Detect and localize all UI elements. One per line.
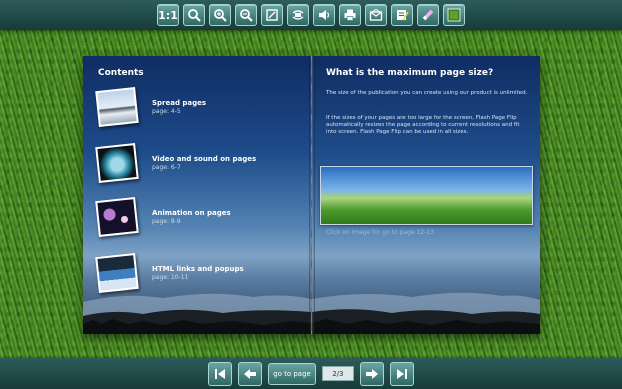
- book-spine: [309, 56, 315, 334]
- last-page-button[interactable]: [389, 361, 414, 386]
- right-page-title: What is the maximum page size?: [326, 68, 494, 78]
- entry-page: page: 4-5: [152, 108, 181, 115]
- left-page: Contents Spread pages page: 4-5 Video an…: [83, 56, 311, 334]
- entry-page: page: 10-11: [152, 274, 189, 281]
- contents-entry-animation[interactable]: Animation on pages page: 8-9: [95, 197, 305, 243]
- arrow-right-icon: [365, 368, 378, 379]
- photo-caption: Click on image for go to page 12-13: [326, 229, 434, 236]
- go-to-page-button[interactable]: go to page: [268, 362, 316, 385]
- highlighter-button[interactable]: [417, 4, 439, 26]
- background-button[interactable]: [443, 4, 465, 26]
- flip-icon: [292, 10, 304, 20]
- printer-icon: [344, 9, 356, 21]
- zoom-out-icon: [240, 9, 253, 22]
- spread-pages-thumbnail[interactable]: [95, 87, 139, 127]
- envelope-icon: [369, 8, 383, 21]
- last-page-icon: [396, 368, 407, 379]
- next-page-button[interactable]: [359, 361, 384, 386]
- zoom-out-button[interactable]: [235, 4, 257, 26]
- first-page-button[interactable]: [208, 361, 233, 386]
- animation-thumbnail[interactable]: [95, 197, 139, 237]
- contents-entry-video-sound[interactable]: Video and sound on pages page: 6-7: [95, 143, 305, 189]
- contents-entry-spread-pages[interactable]: Spread pages page: 4-5: [95, 87, 305, 133]
- right-page-paragraph-2: If the sizes of your pages are too large…: [326, 115, 520, 135]
- page-number-value: 2/3: [332, 369, 344, 378]
- right-page-paragraph-1: The size of the publication you can crea…: [326, 90, 528, 96]
- flip-mode-button[interactable]: [287, 4, 309, 26]
- html-links-thumbnail[interactable]: [95, 253, 139, 293]
- fullscreen-icon: [266, 9, 278, 21]
- first-page-icon: [215, 368, 226, 379]
- entry-title[interactable]: Animation on pages: [152, 209, 231, 217]
- note-pencil-icon: [397, 10, 409, 21]
- entry-page: page: 6-7: [152, 164, 181, 171]
- bottom-navigation-bar: go to page 2/3: [0, 358, 622, 389]
- magnifier-icon: [188, 9, 201, 22]
- go-to-page-label: go to page: [273, 369, 311, 378]
- entry-page: page: 8-9: [152, 218, 181, 225]
- zoom-in-icon: [214, 9, 227, 22]
- contents-title: Contents: [98, 68, 144, 78]
- print-button[interactable]: [339, 4, 361, 26]
- entry-title[interactable]: Spread pages: [152, 99, 206, 107]
- notes-button[interactable]: [391, 4, 413, 26]
- zoom-in-button[interactable]: [209, 4, 231, 26]
- fullscreen-button[interactable]: [261, 4, 283, 26]
- email-button[interactable]: [365, 4, 387, 26]
- arrow-left-icon: [244, 368, 257, 379]
- right-page: What is the maximum page size? The size …: [312, 56, 540, 334]
- contents-entry-html-links[interactable]: HTML links and popups page: 10-11: [95, 253, 305, 299]
- top-toolbar: 1:1: [0, 0, 622, 30]
- zoom-actual-label: 1:1: [158, 8, 178, 22]
- entry-title[interactable]: Video and sound on pages: [152, 155, 256, 163]
- grass-background-icon: [447, 8, 461, 22]
- speaker-icon: [319, 10, 330, 20]
- previous-page-button[interactable]: [238, 361, 263, 386]
- highlighter-icon: [422, 9, 434, 21]
- zoom-actual-size-button[interactable]: 1:1: [157, 4, 179, 26]
- right-landscape: [312, 292, 540, 334]
- landscape-photo-link[interactable]: [320, 166, 533, 225]
- entry-title[interactable]: HTML links and popups: [152, 265, 244, 273]
- zoom-button[interactable]: [183, 4, 205, 26]
- page-number-field[interactable]: 2/3: [321, 366, 354, 381]
- video-sound-thumbnail[interactable]: [95, 143, 139, 183]
- sound-button[interactable]: [313, 4, 335, 26]
- flipbook: Contents Spread pages page: 4-5 Video an…: [83, 56, 540, 334]
